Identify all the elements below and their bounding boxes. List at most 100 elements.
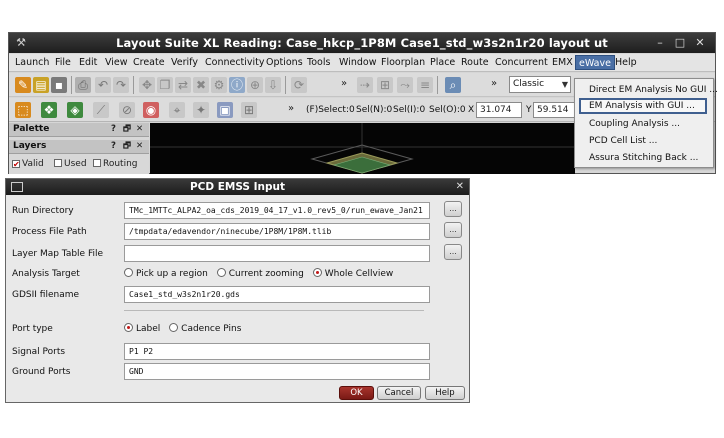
menu-route[interactable]: Route [461, 57, 489, 68]
menu-edit[interactable]: Edit [79, 57, 97, 68]
palette-title: Palette [13, 124, 50, 134]
menu-concurrent[interactable]: Concurrent [495, 57, 548, 68]
menubar: Launch File Edit View Create Verify Conn… [9, 54, 715, 72]
help-button[interactable]: Help [425, 386, 465, 400]
ruler-icon[interactable]: ⟋ [93, 102, 109, 118]
help-icon[interactable]: ? [111, 123, 116, 136]
delete-icon[interactable]: ✖ [193, 77, 209, 93]
menu-place[interactable]: Place [430, 57, 455, 68]
close-panel-icon[interactable]: ✕ [136, 123, 143, 136]
menu-item-coupling-analysis[interactable]: Coupling Analysis ... [589, 119, 680, 129]
layers-header: Layers ? 🗗 ✕ [9, 140, 149, 154]
undock-icon[interactable]: 🗗 [123, 123, 131, 136]
window-titlebar[interactable]: ⚒ Layout Suite XL Reading: Case_hkcp_1P8… [9, 33, 715, 53]
menu-launch[interactable]: Launch [15, 57, 49, 68]
close-panel-icon[interactable]: ✕ [136, 140, 143, 153]
menu-help[interactable]: Help [615, 57, 637, 68]
menu-window[interactable]: Window [339, 57, 376, 68]
probe-icon[interactable]: ⌖ [169, 102, 185, 118]
signal-ports-field[interactable]: P1 P2 [124, 343, 430, 360]
close-icon[interactable]: ✕ [693, 36, 707, 49]
y-coord-label: Y [526, 105, 532, 115]
menu-item-em-analysis-gui[interactable]: EM Analysis with GUI ... [579, 98, 707, 114]
search-icon[interactable]: ⌕ [445, 77, 461, 93]
radio-pick-region[interactable]: Pick up a region [124, 268, 208, 279]
layer-map-browse-button[interactable]: ... [444, 244, 462, 260]
info-icon[interactable]: ⓘ [229, 77, 245, 93]
menu-tools[interactable]: Tools [307, 57, 330, 68]
grid-icon[interactable]: ⊞ [241, 102, 257, 118]
refresh-icon[interactable]: ⟳ [291, 77, 307, 93]
menu-connectivity[interactable]: Connectivity [205, 57, 265, 68]
radio-current-zooming[interactable]: Current zooming [216, 268, 304, 279]
path-icon[interactable]: ⤳ [397, 77, 413, 93]
layer-filters: ✔ Valid Used Routing [9, 157, 149, 174]
used-checkbox[interactable]: Used [54, 159, 87, 169]
menu-view[interactable]: View [105, 57, 128, 68]
new-icon[interactable]: ✎ [15, 77, 31, 93]
menu-verify[interactable]: Verify [171, 57, 198, 68]
stretch-icon[interactable]: ✥ [139, 77, 155, 93]
layout-canvas[interactable] [150, 123, 575, 174]
properties-icon[interactable]: ⚙ [211, 77, 227, 93]
process-file-field[interactable]: /tmpdata/edavendor/ninecube/1P8M/1P8M.tl… [124, 223, 430, 240]
analysis-target-group: Pick up a region Current zooming Whole C… [124, 268, 393, 279]
palette-icon[interactable]: ◈ [67, 102, 83, 118]
valid-checkbox[interactable]: ✔ Valid [12, 159, 44, 169]
layer-map-field[interactable] [124, 245, 430, 262]
toolbar-overflow2-icon[interactable]: » [491, 78, 497, 89]
descend-icon[interactable]: ⇩ [265, 77, 281, 93]
print-icon[interactable]: ⎙ [75, 77, 91, 93]
highlight-icon[interactable]: ✦ [193, 102, 209, 118]
close-icon[interactable]: ✕ [456, 181, 464, 192]
ground-ports-field[interactable]: GND [124, 363, 430, 380]
drc-icon[interactable]: ▣ [217, 102, 233, 118]
undock-icon[interactable]: 🗗 [123, 140, 131, 153]
dialog-titlebar[interactable]: PCD EMSS Input ✕ [6, 179, 469, 195]
radio-label-text: Label [136, 324, 161, 334]
maximize-icon[interactable]: □ [673, 36, 687, 49]
run-directory-browse-button[interactable]: ... [444, 201, 462, 217]
menu-item-pcd-cell-list[interactable]: PCD Cell List ... [589, 136, 657, 146]
run-directory-field[interactable]: TMc_1MTTc_ALPA2_oa_cds_2019_04_17_v1.0_r… [124, 202, 430, 219]
y-coord-field[interactable]: 59.514 [533, 102, 575, 118]
save-icon[interactable]: ▪ [51, 77, 67, 93]
undo-icon[interactable]: ↶ [95, 77, 111, 93]
via-icon[interactable]: ⊞ [377, 77, 393, 93]
menu-floorplan[interactable]: Floorplan [381, 57, 425, 68]
ok-button[interactable]: OK [339, 386, 374, 400]
menu-ewave[interactable]: eWave [575, 55, 615, 70]
gdsii-field[interactable]: Case1_std_w3s2n1r20.gds [124, 286, 430, 303]
radio-whole-cellview[interactable]: Whole Cellview [312, 268, 393, 279]
routing-checkbox[interactable]: Routing [93, 159, 138, 169]
radio-cadence-pins[interactable]: Cadence Pins [169, 323, 241, 334]
redo-icon[interactable]: ↷ [113, 77, 129, 93]
hierarchy-icon[interactable]: ⊕ [247, 77, 263, 93]
toolbar2-overflow-icon[interactable]: » [288, 103, 294, 114]
x-coord-field[interactable]: 31.074 [476, 102, 522, 118]
radio-label[interactable]: Label [124, 323, 161, 334]
mode-select[interactable]: Classic ▼ [509, 76, 571, 93]
menu-item-assura-stitching[interactable]: Assura Stitching Back ... [589, 153, 698, 163]
select-mode-icon[interactable]: ⬚ [15, 102, 31, 118]
toolbar-overflow-icon[interactable]: » [341, 78, 347, 89]
move-icon[interactable]: ⇄ [175, 77, 191, 93]
menu-create[interactable]: Create [133, 57, 165, 68]
pcd-emss-dialog: PCD EMSS Input ✕ Run Directory TMc_1MTTc… [5, 178, 470, 403]
process-file-browse-button[interactable]: ... [444, 222, 462, 238]
help-icon[interactable]: ? [111, 140, 116, 153]
menu-emx[interactable]: EMX [552, 57, 573, 68]
minimize-icon[interactable]: – [653, 36, 667, 49]
wire-icon[interactable]: ⇢ [357, 77, 373, 93]
layer-icon[interactable]: ❖ [41, 102, 57, 118]
bus-icon[interactable]: ≡ [417, 77, 433, 93]
menu-item-direct-em-analysis[interactable]: Direct EM Analysis No GUI ... [589, 85, 718, 95]
menu-options[interactable]: Options [266, 57, 303, 68]
menu-file[interactable]: File [55, 57, 71, 68]
open-icon[interactable]: ▤ [33, 77, 49, 93]
copy-icon[interactable]: ❐ [157, 77, 173, 93]
cancel-button[interactable]: Cancel [377, 386, 421, 400]
marker-icon[interactable]: ◉ [143, 102, 159, 118]
zoom-icon[interactable]: ⊘ [119, 102, 135, 118]
seln-count: Sel(N):0 [356, 105, 393, 115]
